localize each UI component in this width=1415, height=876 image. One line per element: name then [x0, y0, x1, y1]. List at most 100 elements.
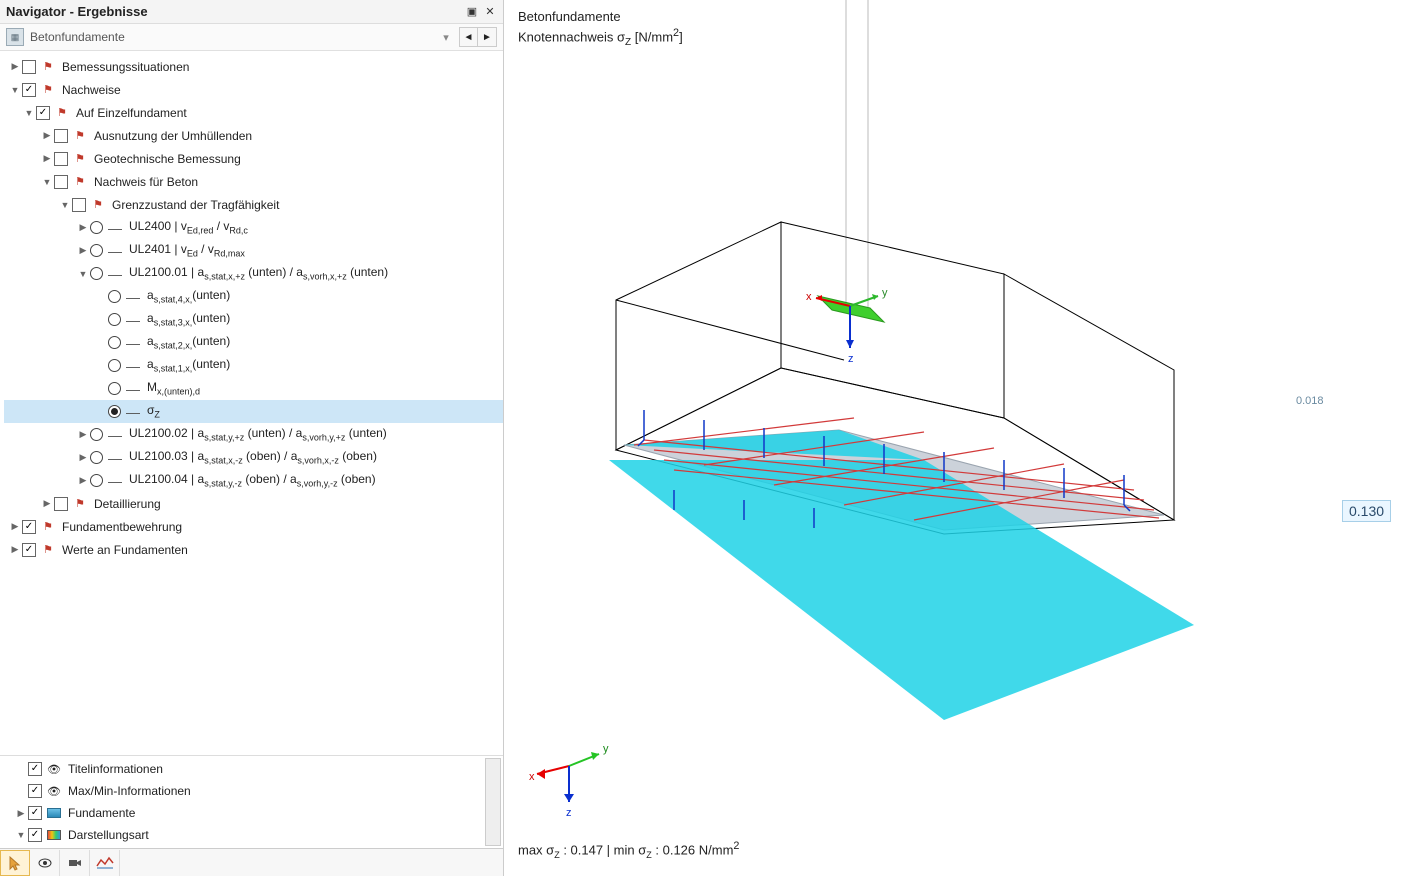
checkbox[interactable]: [22, 83, 36, 97]
flag-icon: [40, 519, 56, 535]
radio[interactable]: [90, 428, 103, 441]
radio[interactable]: [108, 313, 121, 326]
tree-item-ul2100-01[interactable]: ▼ UL2100.01 | as,stat,x,+z (unten) / as,…: [4, 262, 503, 285]
expand-icon[interactable]: ▶: [14, 808, 28, 819]
collapse-icon[interactable]: ▼: [58, 200, 72, 210]
checkbox[interactable]: [36, 106, 50, 120]
checkbox[interactable]: [22, 543, 36, 557]
scrollbar[interactable]: [485, 758, 501, 846]
tree-item-bemessung[interactable]: ▶ Bemessungssituationen: [4, 55, 503, 78]
tool-cursor[interactable]: [0, 850, 30, 876]
expand-icon[interactable]: ▶: [8, 521, 22, 532]
viewport-canvas[interactable]: x y z: [504, 0, 1415, 876]
tree-item-nachweis-beton[interactable]: ▼ Nachweis für Beton: [4, 170, 503, 193]
radio[interactable]: [90, 474, 103, 487]
tree-item-ul2100-04[interactable]: ▶ UL2100.04 | as,stat,y,-z (oben) / as,v…: [4, 469, 503, 492]
line-icon: [125, 404, 141, 420]
tool-eye[interactable]: [30, 850, 60, 876]
expand-icon[interactable]: ▶: [76, 429, 90, 440]
expand-icon[interactable]: ▶: [76, 222, 90, 233]
line-icon: [125, 289, 141, 305]
eye-icon: [46, 783, 62, 799]
line-icon: [107, 220, 123, 236]
tree-item-einzelfundament[interactable]: ▼ Auf Einzelfundament: [4, 101, 503, 124]
tree-item-detaillierung[interactable]: ▶ Detaillierung: [4, 492, 503, 515]
radio[interactable]: [108, 336, 121, 349]
close-icon[interactable]: ✕: [483, 5, 497, 19]
tree-item-ul2400[interactable]: ▶ UL2400 | vEd,red / vRd,c: [4, 216, 503, 239]
radio[interactable]: [90, 451, 103, 464]
option-fundamente[interactable]: ▶ Fundamente: [10, 802, 503, 824]
svg-text:z: z: [566, 807, 572, 816]
result-tree[interactable]: ▶ Bemessungssituationen ▼ Nachweise ▼: [0, 51, 503, 755]
collapse-icon[interactable]: ▼: [14, 830, 28, 840]
line-icon: [107, 266, 123, 282]
tree-item-ul2100-02[interactable]: ▶ UL2100.02 | as,stat,y,+z (unten) / as,…: [4, 423, 503, 446]
chevron-down-icon[interactable]: ▾: [439, 30, 453, 44]
expand-icon[interactable]: ▶: [8, 544, 22, 555]
expand-icon[interactable]: ▶: [76, 245, 90, 256]
option-titelinfo[interactable]: Titelinformationen: [10, 758, 503, 780]
collapse-icon[interactable]: ▼: [76, 269, 90, 279]
checkbox[interactable]: [28, 806, 42, 820]
tool-camera[interactable]: [60, 850, 90, 876]
radio[interactable]: [108, 382, 121, 395]
tree-item-mx[interactable]: Mx,(unten),d: [4, 377, 503, 400]
viewport-3d[interactable]: Betonfundamente Knotennachweis σZ [N/mm2…: [504, 0, 1415, 876]
checkbox[interactable]: [54, 175, 68, 189]
nav-next-button[interactable]: ►: [478, 28, 496, 46]
checkbox[interactable]: [28, 784, 42, 798]
tree-item-ul2401[interactable]: ▶ UL2401 | vEd / vRd,max: [4, 239, 503, 262]
tree-item-a3[interactable]: as,stat,3,x,(unten): [4, 308, 503, 331]
radio[interactable]: [90, 221, 103, 234]
checkbox[interactable]: [54, 152, 68, 166]
expand-icon[interactable]: ▶: [40, 153, 54, 164]
tree-item-geotech[interactable]: ▶ Geotechnische Bemessung: [4, 147, 503, 170]
collapse-icon[interactable]: ▼: [40, 177, 54, 187]
radio[interactable]: [90, 267, 103, 280]
line-icon: [107, 243, 123, 259]
tree-item-a2[interactable]: as,stat,2,x,(unten): [4, 331, 503, 354]
collapse-icon[interactable]: ▼: [8, 85, 22, 95]
tree-item-a4[interactable]: as,stat,4,x,(unten): [4, 285, 503, 308]
tool-result-graph[interactable]: [90, 850, 120, 876]
radio[interactable]: [108, 359, 121, 372]
expand-icon[interactable]: ▶: [76, 452, 90, 463]
local-axis-z-label: z: [848, 353, 854, 365]
checkbox[interactable]: [72, 198, 86, 212]
line-icon: [125, 335, 141, 351]
line-icon: [125, 312, 141, 328]
line-icon: [107, 473, 123, 489]
expand-icon[interactable]: ▶: [40, 130, 54, 141]
checkbox[interactable]: [54, 497, 68, 511]
tree-item-a1[interactable]: as,stat,1,x,(unten): [4, 354, 503, 377]
radio[interactable]: [108, 290, 121, 303]
undock-icon[interactable]: ▣: [465, 5, 479, 19]
collapse-icon[interactable]: ▼: [22, 108, 36, 118]
checkbox[interactable]: [54, 129, 68, 143]
flag-icon: [72, 496, 88, 512]
tree-item-ausnutzung[interactable]: ▶ Ausnutzung der Umhüllenden: [4, 124, 503, 147]
expand-icon[interactable]: ▶: [76, 475, 90, 486]
checkbox[interactable]: [22, 60, 36, 74]
axis-gizmo[interactable]: x y z: [524, 726, 614, 816]
checkbox[interactable]: [22, 520, 36, 534]
radio[interactable]: [108, 405, 121, 418]
checkbox[interactable]: [28, 762, 42, 776]
option-maxmin[interactable]: Max/Min-Informationen: [10, 780, 503, 802]
nav-prev-button[interactable]: ◄: [460, 28, 478, 46]
tree-item-fundamentbewehrung[interactable]: ▶ Fundamentbewehrung: [4, 515, 503, 538]
tree-item-nachweise[interactable]: ▼ Nachweise: [4, 78, 503, 101]
expand-icon[interactable]: ▶: [40, 498, 54, 509]
tree-item-grenzzustand[interactable]: ▼ Grenzzustand der Tragfähigkeit: [4, 193, 503, 216]
radio[interactable]: [90, 244, 103, 257]
eye-icon: [46, 761, 62, 777]
line-icon: [107, 427, 123, 443]
tree-item-ul2100-03[interactable]: ▶ UL2100.03 | as,stat,x,-z (oben) / as,v…: [4, 446, 503, 469]
tree-item-sigma-z[interactable]: σZ: [4, 400, 503, 423]
expand-icon[interactable]: ▶: [8, 61, 22, 72]
tree-item-werte[interactable]: ▶ Werte an Fundamenten: [4, 538, 503, 561]
checkbox[interactable]: [28, 828, 42, 842]
option-darstellung[interactable]: ▼ Darstellungsart: [10, 824, 503, 846]
breadcrumb-text[interactable]: Betonfundamente: [30, 30, 433, 44]
